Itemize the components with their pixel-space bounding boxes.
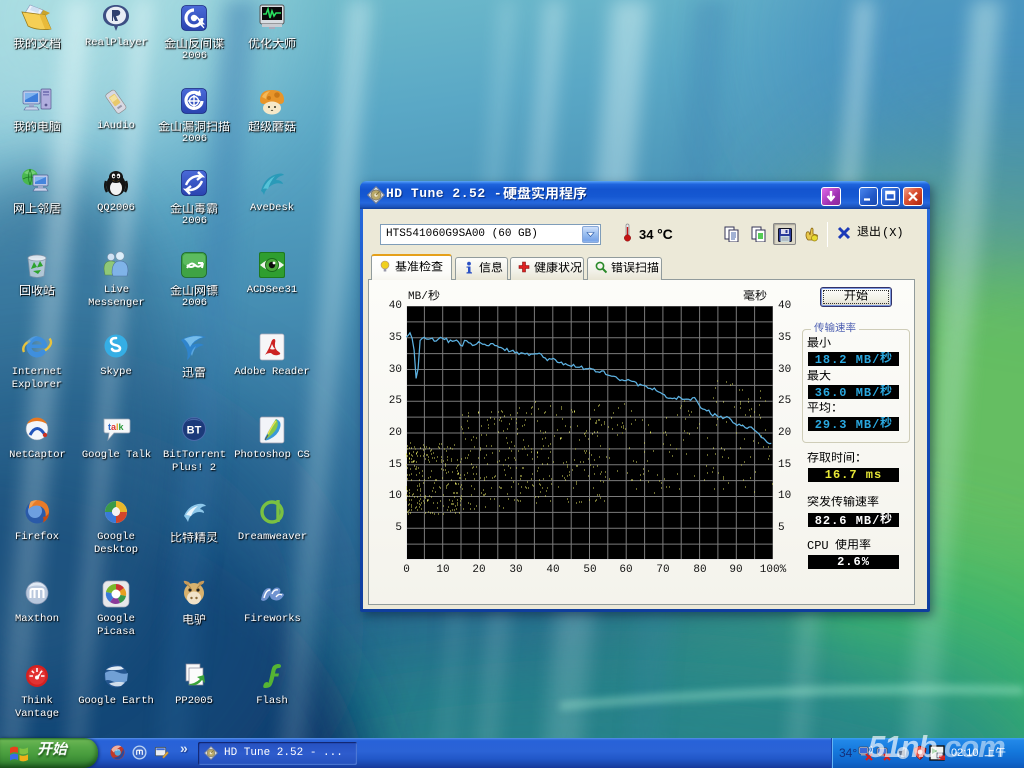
- svg-text:talk: talk: [108, 422, 125, 432]
- svg-text:BT: BT: [187, 425, 202, 437]
